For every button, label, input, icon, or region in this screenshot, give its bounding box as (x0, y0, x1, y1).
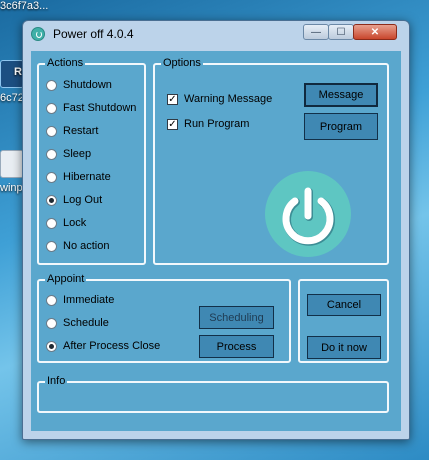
checkbox-warning-message[interactable]: ✓ Warning Message (167, 91, 272, 107)
check-box[interactable]: ✓ (167, 93, 178, 105)
desktop-icon-label: R (14, 66, 22, 78)
radio-circle-selected[interactable] (46, 194, 57, 206)
actions-group-title: Actions (45, 57, 86, 69)
radio-circle[interactable] (46, 125, 57, 137)
radio-restart[interactable]: Restart (46, 123, 98, 139)
radio-label: Log Out (63, 194, 103, 206)
info-group-title: Info (45, 375, 68, 387)
radio-label: Shutdown (63, 79, 112, 91)
appoint-group: Appoint Immediate Schedule After Process… (37, 273, 291, 363)
radio-after-process-close[interactable]: After Process Close (46, 338, 160, 354)
process-button[interactable]: Process (199, 335, 274, 358)
window-title: Power off 4.0.4 (53, 27, 134, 41)
info-group: Info (37, 375, 389, 413)
close-button[interactable]: ✕ (353, 24, 397, 40)
radio-circle[interactable] (46, 171, 57, 183)
radio-circle[interactable] (46, 102, 57, 114)
radio-label: After Process Close (63, 340, 161, 352)
desktop-settings-icon[interactable] (0, 150, 24, 178)
radio-circle[interactable] (46, 294, 57, 306)
radio-fast-shutdown[interactable]: Fast Shutdown (46, 100, 136, 116)
radio-label: Hibernate (63, 171, 111, 183)
execute-group: Cancel Do it now (298, 279, 389, 363)
radio-label: Lock (63, 217, 87, 229)
radio-label: Immediate (63, 294, 115, 306)
checkbox-label: Warning Message (184, 93, 273, 105)
radio-label: Restart (63, 125, 99, 137)
radio-circle[interactable] (46, 217, 57, 229)
appoint-group-title: Appoint (45, 273, 87, 285)
radio-schedule[interactable]: Schedule (46, 315, 109, 331)
title-bar[interactable]: Power off 4.0.4 — ☐ ✕ (23, 21, 409, 47)
do-it-now-button[interactable]: Do it now (307, 336, 381, 359)
desktop-icon-label: 6c72 (0, 92, 24, 104)
radio-no-action[interactable]: No action (46, 238, 109, 254)
program-button[interactable]: Program (304, 113, 378, 140)
window-client-area: Actions Shutdown Fast Shutdown Restart S… (31, 51, 401, 431)
radio-circle-selected[interactable] (46, 340, 57, 352)
radio-label: Schedule (63, 317, 109, 329)
radio-circle[interactable] (46, 240, 57, 252)
scheduling-button[interactable]: Scheduling (199, 306, 274, 329)
radio-hibernate[interactable]: Hibernate (46, 169, 111, 185)
options-group-title: Options (161, 57, 203, 69)
radio-immediate[interactable]: Immediate (46, 292, 114, 308)
maximize-button[interactable]: ☐ (328, 24, 354, 40)
radio-shutdown[interactable]: Shutdown (46, 77, 112, 93)
checkbox-run-program[interactable]: ✓ Run Program (167, 116, 249, 132)
power-symbol-icon (282, 187, 335, 246)
radio-lock[interactable]: Lock (46, 215, 86, 231)
radio-label: No action (63, 240, 110, 252)
minimize-button[interactable]: — (303, 24, 329, 40)
actions-group: Actions Shutdown Fast Shutdown Restart S… (37, 57, 146, 265)
radio-circle[interactable] (46, 148, 57, 160)
radio-sleep[interactable]: Sleep (46, 146, 91, 162)
radio-circle[interactable] (46, 317, 57, 329)
power-app-icon (31, 27, 45, 41)
power-logo (265, 171, 351, 257)
radio-label: Fast Shutdown (63, 102, 137, 114)
checkbox-label: Run Program (184, 118, 250, 130)
radio-circle[interactable] (46, 79, 57, 91)
cancel-button[interactable]: Cancel (307, 294, 381, 316)
desktop-file-label: 3c6f7a3... (0, 0, 49, 12)
radio-log-out[interactable]: Log Out (46, 192, 102, 208)
message-button[interactable]: Message (304, 83, 378, 107)
check-box[interactable]: ✓ (167, 118, 178, 130)
power-off-window: Power off 4.0.4 — ☐ ✕ Actions Shutdown F… (22, 20, 410, 440)
radio-label: Sleep (63, 148, 92, 160)
